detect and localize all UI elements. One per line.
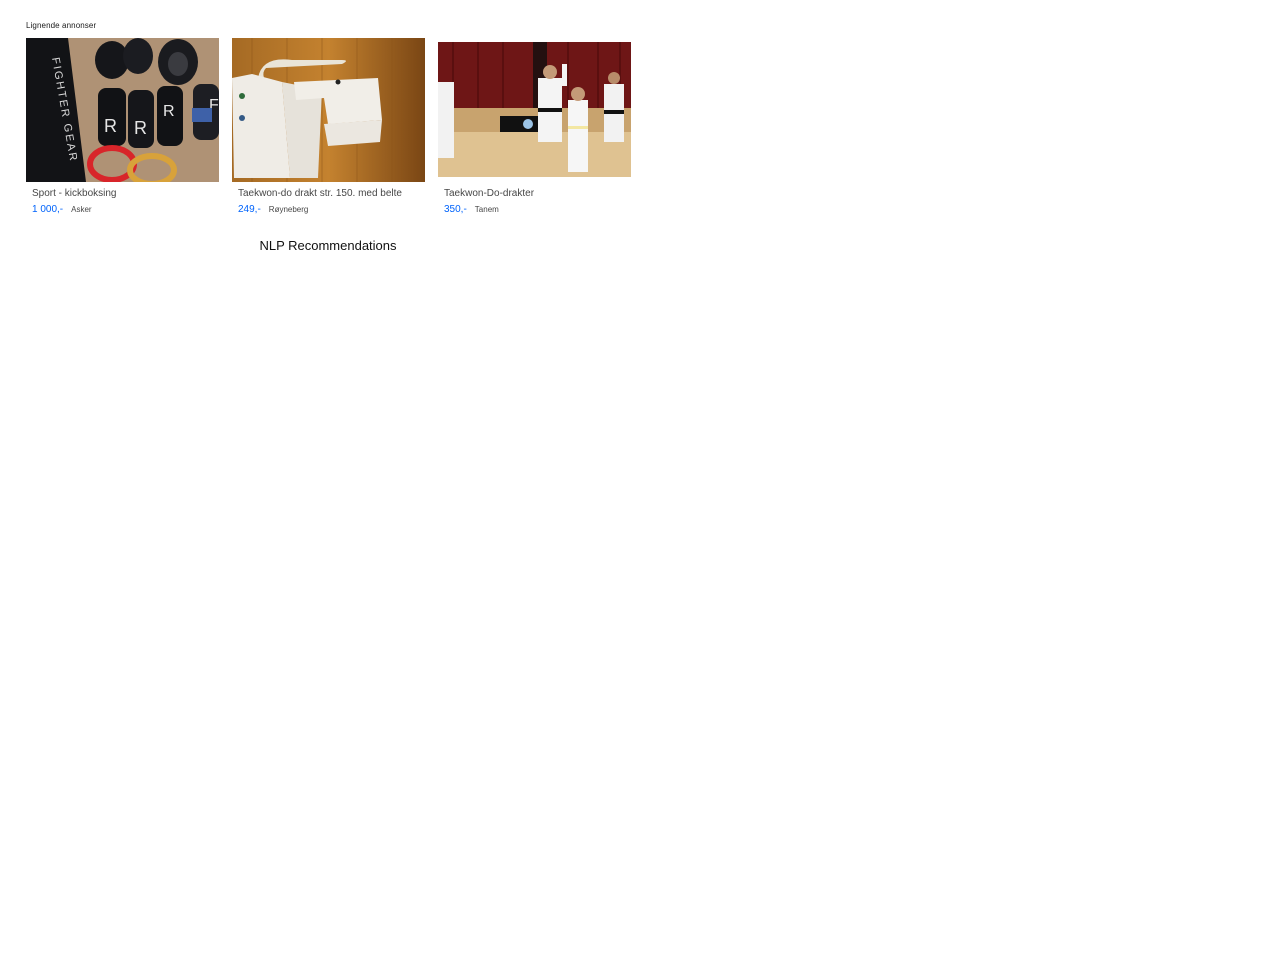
- svg-text:R: R: [104, 116, 117, 136]
- section-title: Lignende annonser: [26, 21, 97, 30]
- listing-price: 249,-: [238, 204, 261, 215]
- svg-text:R: R: [134, 118, 147, 138]
- listing-location: Asker: [71, 205, 92, 214]
- listing-card[interactable]: FIGHTER GEAR R R R F Sport - kickboksing…: [26, 38, 219, 215]
- listing-location: Røyneberg: [268, 205, 309, 214]
- listing-card[interactable]: Taekwon-do drakt str. 150. med belte 249…: [232, 38, 425, 215]
- listing-image[interactable]: [438, 38, 631, 182]
- listing-image[interactable]: FIGHTER GEAR R R R F: [26, 38, 219, 182]
- listing-card[interactable]: Taekwon-Do-drakter 350,- Tanem: [438, 38, 631, 215]
- listing-price: 1 000,-: [32, 204, 64, 215]
- listing-meta: 249,- Røyneberg: [238, 204, 308, 215]
- listing-price: 350,-: [444, 204, 467, 215]
- listing-location: Tanem: [474, 205, 499, 214]
- listing-meta: 1 000,- Asker: [32, 204, 92, 215]
- listing-grid: FIGHTER GEAR R R R F Sport - kickboksing…: [26, 38, 631, 215]
- kickboxing-gear-photo: FIGHTER GEAR R R R F: [26, 38, 219, 182]
- listing-image[interactable]: [232, 38, 425, 182]
- taekwondo-uniform-photo: [232, 38, 425, 182]
- listing-title[interactable]: Taekwon-Do-drakter: [444, 188, 534, 199]
- listing-title[interactable]: Sport - kickboksing: [32, 188, 116, 199]
- taekwondo-class-photo: [438, 42, 631, 182]
- svg-text:R: R: [163, 103, 175, 120]
- listing-title[interactable]: Taekwon-do drakt str. 150. med belte: [238, 188, 402, 199]
- recommendations-heading: NLP Recommendations: [259, 238, 397, 253]
- listing-meta: 350,- Tanem: [444, 204, 499, 215]
